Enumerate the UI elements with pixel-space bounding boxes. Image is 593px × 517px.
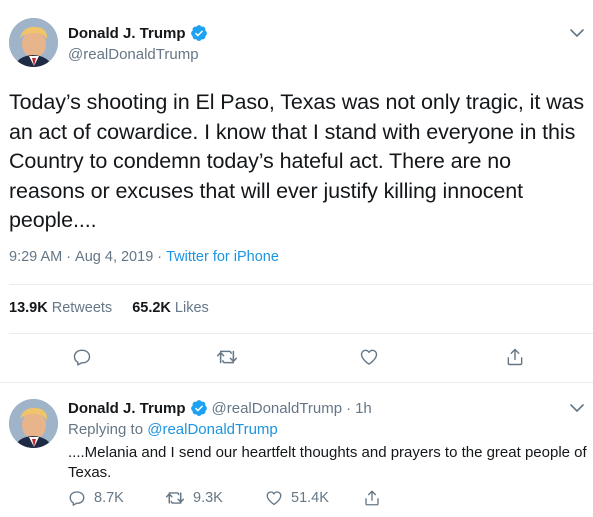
avatar[interactable]	[9, 399, 58, 448]
meta-separator: ·	[157, 249, 163, 265]
verified-badge-icon	[190, 399, 208, 417]
likes-stat[interactable]: 65.2K Likes	[132, 300, 209, 316]
retweet-button[interactable]: 9.3K	[165, 489, 223, 507]
likes-count: 65.2K	[132, 300, 171, 316]
reply-button[interactable]: 8.7K	[68, 489, 124, 507]
retweet-icon[interactable]	[213, 343, 241, 371]
tweet-age[interactable]: 1h	[355, 400, 372, 417]
tweet-stats: 13.9K Retweets 65.2K Likes	[9, 300, 209, 316]
meta-separator: ·	[66, 249, 72, 265]
replying-to-link[interactable]: @realDonaldTrump	[147, 421, 278, 438]
avatar[interactable]	[9, 18, 58, 67]
share-icon[interactable]	[501, 343, 529, 371]
like-icon[interactable]	[355, 343, 383, 371]
retweets-count: 9.3K	[193, 490, 223, 506]
verified-badge-icon	[190, 24, 208, 42]
meta-separator: ·	[346, 399, 352, 417]
likes-label: Likes	[174, 300, 209, 316]
retweets-count: 13.9K	[9, 300, 48, 316]
profile-photo-icon	[9, 399, 58, 448]
retweet-icon	[165, 492, 185, 504]
like-button[interactable]: 51.4K	[265, 489, 329, 507]
chevron-down-icon[interactable]	[568, 399, 586, 417]
share-icon	[365, 490, 379, 506]
reply-icon[interactable]	[68, 343, 96, 371]
main-tweet: Donald J. Trump @realDonaldTrump Today’s…	[0, 0, 593, 383]
likes-count: 51.4K	[291, 490, 329, 506]
author-handle[interactable]: @realDonaldTrump	[212, 400, 343, 417]
tweet-text: Today’s shooting in El Paso, Texas was n…	[9, 90, 585, 232]
chevron-down-icon[interactable]	[568, 24, 586, 42]
tweet-source-link[interactable]: Twitter for iPhone	[166, 249, 279, 265]
author-handle[interactable]: @realDonaldTrump	[68, 46, 208, 63]
reply-author-row: Donald J. Trump @realDonaldTrump · 1h	[68, 399, 372, 417]
reply-icon	[69, 491, 85, 506]
retweets-label: Retweets	[51, 300, 113, 316]
tweet-actions	[0, 343, 593, 371]
author-block: Donald J. Trump @realDonaldTrump	[68, 24, 208, 63]
tweet-meta: 9:29 AM · Aug 4, 2019 · Twitter for iPho…	[9, 249, 279, 265]
tweet-detail-page: Donald J. Trump @realDonaldTrump Today’s…	[0, 0, 593, 517]
divider	[9, 333, 593, 334]
author-display-name[interactable]: Donald J. Trump	[68, 400, 186, 417]
replying-to: Replying to @realDonaldTrump	[68, 421, 278, 438]
profile-photo-icon	[9, 18, 58, 67]
tweet-time[interactable]: 9:29 AM	[9, 249, 62, 265]
reply-actions: 8.7K 9.3K 51.4K	[68, 489, 448, 509]
reply-tweet[interactable]: Donald J. Trump @realDonaldTrump · 1h Re…	[0, 383, 593, 517]
replying-label: Replying to	[68, 421, 144, 438]
reply-text: ....Melania and I send our heartfelt tho…	[68, 444, 587, 481]
divider	[9, 284, 593, 285]
replies-count: 8.7K	[94, 490, 124, 506]
like-icon	[266, 491, 282, 506]
tweet-date[interactable]: Aug 4, 2019	[75, 249, 153, 265]
share-button[interactable]	[363, 489, 381, 507]
author-display-name[interactable]: Donald J. Trump	[68, 25, 186, 42]
retweets-stat[interactable]: 13.9K Retweets	[9, 300, 112, 316]
